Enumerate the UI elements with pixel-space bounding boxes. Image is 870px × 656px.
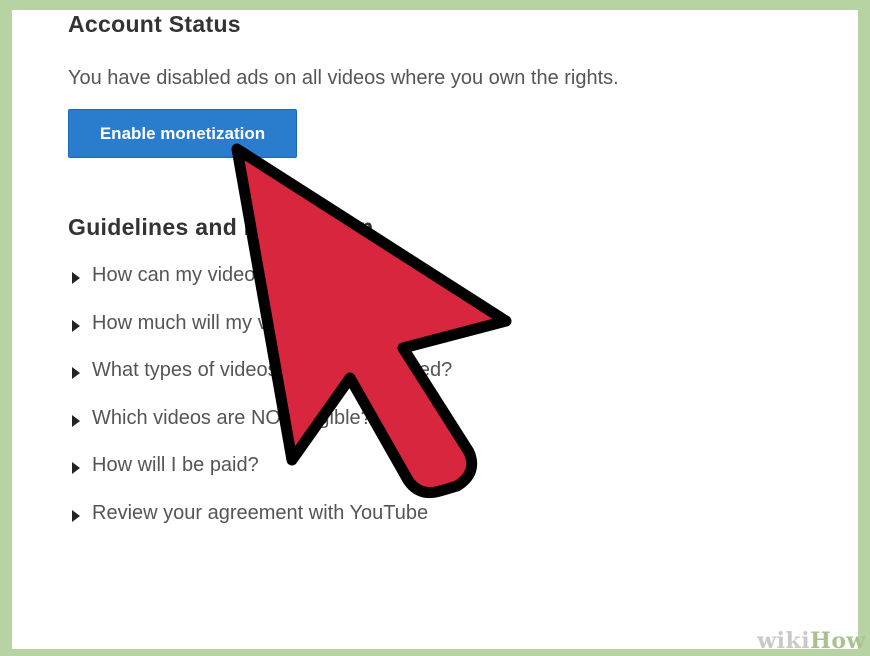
page-content: Account Status You have disabled ads on … (12, 10, 858, 649)
enable-monetization-button[interactable]: Enable monetization (68, 109, 297, 158)
guideline-item-label: What types of videos can be monetized? (92, 359, 453, 382)
watermark-wiki: wiki (757, 628, 811, 654)
account-status-heading: Account Status (68, 11, 241, 37)
guideline-item-payment[interactable]: How will I be paid? (72, 454, 452, 502)
watermark-how: How (810, 628, 866, 654)
screenshot-frame: Account Status You have disabled ads on … (0, 0, 870, 656)
guidelines-heading: Guidelines and Information (68, 214, 374, 240)
guideline-item-monetized[interactable]: How can my videos be monetized? (72, 264, 452, 312)
expand-triangle-icon (72, 509, 80, 522)
guideline-item-label: How will I be paid? (92, 454, 259, 477)
guideline-item-video-types[interactable]: What types of videos can be monetized? (72, 359, 452, 407)
expand-triangle-icon (72, 272, 80, 284)
guideline-item-label: How much will my videos earn? (92, 311, 373, 334)
guideline-item-earnings[interactable]: How much will my videos earn? (72, 312, 452, 360)
wikihow-watermark: wikiHow (757, 628, 866, 654)
account-status-message: You have disabled ads on all videos wher… (68, 67, 619, 89)
guidelines-list: How can my videos be monetized? How much… (72, 264, 452, 550)
guideline-item-label: Which videos are NOT eligible? (92, 406, 372, 429)
guideline-item-not-eligible[interactable]: Which videos are NOT eligible? (72, 407, 452, 455)
expand-triangle-icon (72, 319, 80, 332)
expand-triangle-icon (72, 367, 80, 380)
guideline-item-label: How can my videos be monetized? (92, 264, 403, 286)
expand-triangle-icon (72, 414, 80, 427)
guideline-item-label: Review your agreement with YouTube (92, 501, 429, 524)
guideline-item-agreement[interactable]: Review your agreement with YouTube (72, 502, 452, 550)
expand-triangle-icon (72, 462, 80, 475)
